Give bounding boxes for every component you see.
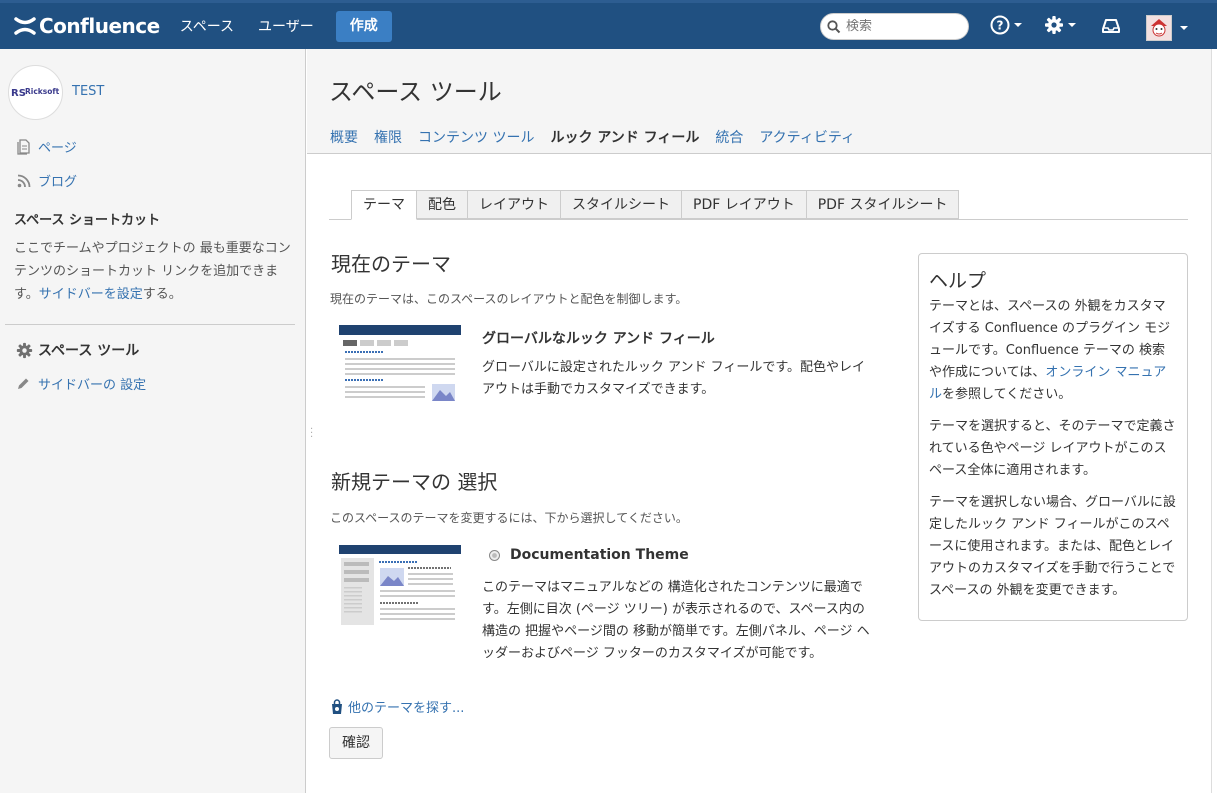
- nav-users[interactable]: ユーザー: [258, 16, 314, 36]
- rss-icon: [16, 173, 32, 189]
- search-icon: [827, 19, 841, 33]
- window-scroll-edge: [1211, 49, 1217, 793]
- help-paragraph-1: テーマとは、スペースの 外観をカスタマイズする Confluence のプラグイ…: [929, 296, 1177, 406]
- theme-radio[interactable]: [489, 549, 500, 561]
- svg-text:Ricksoft: Ricksoft: [25, 87, 60, 96]
- global-theme-thumbnail: [339, 325, 461, 405]
- space-logo[interactable]: RS Ricksoft: [8, 65, 63, 120]
- gear-icon: [1045, 16, 1063, 34]
- space-shortcuts-heading: スペース ショートカット: [14, 213, 160, 228]
- tab-overview[interactable]: 概要: [330, 127, 358, 147]
- space-tools-menu[interactable]: スペース ツール: [16, 340, 139, 360]
- space-shortcuts-text: ここでチームやプロジェクトの 最も重要なコンテンツのショートカット リンクを追加…: [14, 237, 294, 306]
- tab-integrations[interactable]: 統合: [715, 127, 743, 147]
- subtab-pdf-stylesheet[interactable]: PDF スタイルシート: [806, 190, 960, 219]
- pencil-icon: [18, 378, 29, 389]
- documentation-theme-option[interactable]: Documentation Theme: [489, 547, 689, 563]
- help-icon: ?: [990, 15, 1010, 35]
- tab-look-and-feel[interactable]: ルック アンド フィール: [550, 127, 699, 147]
- tab-permissions[interactable]: 権限: [374, 127, 402, 147]
- sidebar-item-pages[interactable]: ページ: [16, 137, 77, 156]
- documentation-theme-thumbnail[interactable]: [339, 545, 461, 627]
- sidebar-item-blog[interactable]: ブログ: [16, 171, 77, 190]
- help-p1-after: を参照してください。: [942, 387, 1072, 402]
- space-name-link[interactable]: TEST: [72, 84, 104, 99]
- select-theme-subtext: このスペースのテーマを変更するには、下から選択してください。: [330, 511, 688, 525]
- documentation-theme-name: Documentation Theme: [510, 547, 689, 563]
- find-more-themes-link[interactable]: 他のテーマを探す...: [330, 697, 464, 716]
- current-theme-description: グローバルに設定されたルック アンド フィールです。配色やレイアウトは手動でカス…: [482, 360, 866, 397]
- help-title: ヘルプ: [929, 270, 987, 292]
- chevron-down-icon: [1014, 23, 1022, 27]
- page-title: スペース ツール: [329, 78, 502, 106]
- subtab-layout[interactable]: レイアウト: [468, 190, 561, 219]
- chevron-down-icon: [1180, 26, 1188, 30]
- sidebar-item-label: ページ: [38, 141, 77, 156]
- help-paragraph-3: テーマを選択しない場合、グローバルに設定したルック アンド フィールがこのスペー…: [929, 495, 1176, 598]
- confluence-x-icon: [14, 17, 36, 35]
- page-icon: [16, 138, 32, 155]
- ricksoft-logo: RS Ricksoft: [11, 87, 60, 99]
- space-tools-label: スペース ツール: [38, 343, 140, 359]
- sidebar-divider: [5, 324, 295, 325]
- inbox-icon: [1102, 19, 1120, 33]
- current-theme-subtext: 現在のテーマは、このスペースのレイアウトと配色を制御します。: [330, 292, 688, 306]
- create-button[interactable]: 作成: [335, 10, 392, 42]
- tab-content-tools[interactable]: コンテンツ ツール: [418, 127, 534, 147]
- search-box[interactable]: [820, 13, 969, 40]
- marketplace-bag-icon: [332, 698, 342, 714]
- nav-spaces[interactable]: スペース: [180, 16, 234, 36]
- tab-activity[interactable]: アクティビティ: [759, 127, 855, 147]
- sidebar-settings-link[interactable]: サイドバーの 設定: [16, 374, 146, 393]
- help-panel: ヘルプ テーマとは、スペースの 外観をカスタマイズする Confluence の…: [918, 253, 1188, 621]
- svg-text:RS: RS: [11, 88, 26, 99]
- subtab-pdf-layout[interactable]: PDF レイアウト: [682, 190, 807, 219]
- current-theme-heading: 現在のテーマ: [331, 252, 451, 276]
- notifications-button[interactable]: [1100, 15, 1122, 35]
- subtab-themes[interactable]: テーマ: [351, 190, 417, 220]
- gear-icon: [16, 342, 33, 358]
- subtab-color-scheme[interactable]: 配色: [417, 190, 468, 219]
- space-tools-header: スペース ツール 概要 権限 コンテンツ ツール ルック アンド フィール 統合…: [307, 49, 1211, 154]
- sidebar-settings-label: サイドバーの 設定: [38, 378, 147, 393]
- svg-text:?: ?: [997, 19, 1004, 33]
- space-tools-tabs: 概要 権限 コンテンツ ツール ルック アンド フィール 統合 アクティビティ: [330, 127, 871, 147]
- shortcut-text-after: する。: [142, 287, 182, 302]
- sidebar: RS Ricksoft TEST ページ ブログ スペース ショートカット ここ…: [0, 49, 306, 793]
- look-and-feel-subtabs: テーマ 配色 レイアウト スタイルシート PDF レイアウト PDF スタイルシ…: [351, 190, 960, 220]
- brand-name: Confluence: [39, 14, 160, 38]
- top-navigation-bar: Confluence スペース ユーザー 作成 ?: [0, 0, 1217, 49]
- help-paragraph-2: テーマを選択すると、そのテーマで定義されている色やページ レイアウトがこのスペー…: [929, 419, 1176, 478]
- user-avatar: [1146, 15, 1172, 41]
- documentation-theme-description: このテーマはマニュアルなどの 構造化されたコンテンツに最適です。左側に目次 (ペ…: [482, 580, 870, 661]
- search-input[interactable]: [846, 19, 961, 34]
- settings-menu[interactable]: [1044, 15, 1076, 35]
- select-theme-heading: 新規テーマの 選択: [331, 470, 498, 494]
- help-menu[interactable]: ?: [990, 15, 1022, 35]
- find-more-themes-label: 他のテーマを探す...: [348, 701, 465, 716]
- current-theme-name: グローバルなルック アンド フィール: [482, 331, 715, 347]
- subtab-stylesheet[interactable]: スタイルシート: [561, 190, 682, 219]
- chevron-down-icon: [1068, 23, 1076, 27]
- user-menu[interactable]: [1146, 15, 1188, 41]
- confluence-logo[interactable]: Confluence: [14, 14, 160, 38]
- confirm-button[interactable]: 確認: [329, 727, 383, 759]
- sidebar-item-label: ブログ: [38, 175, 78, 190]
- configure-sidebar-link[interactable]: サイドバーを設定: [39, 287, 143, 302]
- sidebar-resize-handle[interactable]: · · ·: [310, 425, 313, 443]
